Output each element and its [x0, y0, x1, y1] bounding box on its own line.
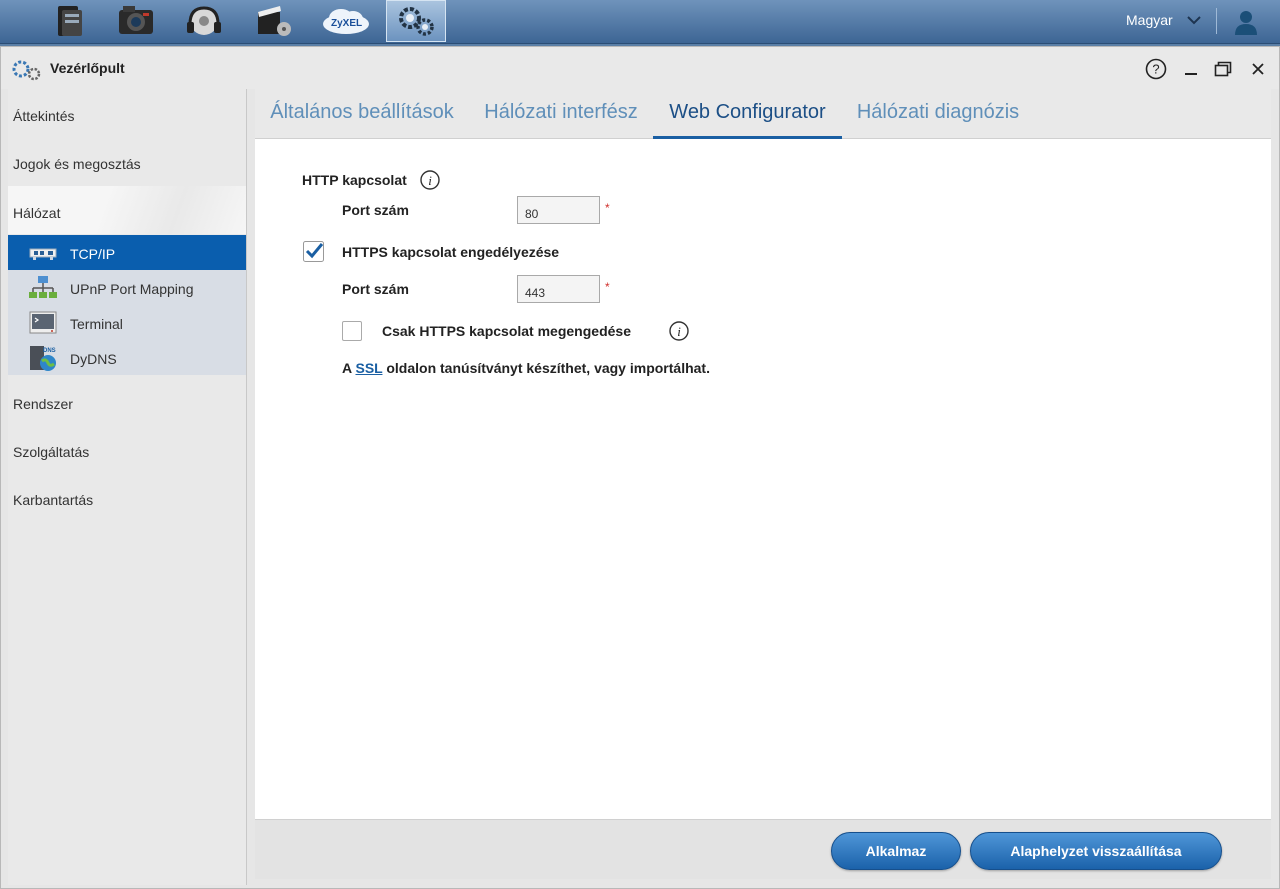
photo-icon [119, 6, 153, 34]
subnav-item-label: UPnP Port Mapping [70, 281, 194, 297]
sidebar-item-system[interactable]: Rendszer [8, 377, 246, 425]
video-app-button[interactable] [242, 0, 306, 42]
subnav-item-tcpip[interactable]: TCP/IP [8, 235, 246, 270]
sidebar-item-label: Szolgáltatás [13, 444, 90, 460]
tab-label: Általános beállítások [270, 101, 454, 123]
control-panel-icon [399, 7, 434, 36]
help-icon: ? [1145, 58, 1167, 80]
control-panel-small-icon [12, 60, 41, 81]
tab-label: Hálózati interfész [484, 101, 638, 123]
subnav-item-dydns[interactable]: DNS DyDNS [8, 340, 246, 375]
tab-general-settings[interactable]: Általános beállítások [255, 89, 469, 139]
required-marker: * [605, 201, 610, 215]
sidebar-item-label: Rendszer [13, 396, 73, 412]
reset-defaults-button[interactable]: Alaphelyzet visszaállítása [970, 832, 1222, 870]
https-only-checkbox[interactable] [342, 321, 362, 341]
https-only-label: Csak HTTPS kapcsolat megengedése [382, 323, 631, 339]
window-titlebar: Vezérlőpult ? [1, 47, 1279, 89]
tab-network-diagnostics[interactable]: Hálózati diagnózis [842, 89, 1034, 139]
apply-button-label: Alkalmaz [865, 843, 927, 859]
minimize-button[interactable] [1180, 58, 1202, 80]
language-label: Magyar [1126, 12, 1173, 28]
taskbar: ZyXEL Magyar [0, 0, 1280, 44]
music-icon [187, 6, 221, 35]
close-button[interactable] [1247, 58, 1269, 80]
sidebar-item-maintenance[interactable]: Karbantartás [8, 473, 246, 521]
svg-text:i: i [428, 173, 432, 188]
sidebar-item-network[interactable]: Hálózat [8, 186, 246, 234]
checkbox-checked-icon [303, 241, 324, 262]
control-panel-window: Vezérlőpult ? Áttekintés Jogok és megosz… [0, 46, 1280, 889]
file-browser-app-button[interactable] [38, 0, 102, 42]
music-app-button[interactable] [172, 0, 236, 42]
user-icon[interactable] [1232, 8, 1260, 36]
https-port-input[interactable] [517, 275, 600, 303]
sidebar-item-service[interactable]: Szolgáltatás [8, 425, 246, 473]
info-icon[interactable]: i [669, 321, 689, 341]
subnav-item-label: Terminal [70, 316, 123, 332]
dns-globe-icon: DNS [30, 346, 56, 371]
sidebar-item-label: Jogok és megosztás [13, 156, 141, 172]
restore-icon [1214, 61, 1232, 77]
control-panel-app-button[interactable] [386, 0, 446, 42]
chevron-down-icon [1186, 16, 1201, 25]
help-button[interactable]: ? [1145, 58, 1167, 80]
sidebar-item-overview[interactable]: Áttekintés [8, 89, 246, 137]
tab-web-configurator[interactable]: Web Configurator [653, 89, 842, 139]
https-enable-checkbox[interactable] [303, 241, 324, 262]
minimize-icon [1185, 73, 1197, 75]
maximize-button[interactable] [1212, 58, 1234, 80]
subnav-item-upnp[interactable]: UPnP Port Mapping [8, 270, 246, 305]
tab-label: Hálózati diagnózis [856, 101, 1020, 123]
tab-network-interface[interactable]: Hálózati interfész [469, 89, 653, 139]
network-tree-icon [29, 276, 57, 298]
required-marker: * [605, 280, 610, 294]
zyxel-cloud-app-button[interactable]: ZyXEL [314, 0, 378, 42]
language-selector[interactable]: Magyar [1126, 12, 1201, 28]
http-connection-label: HTTP kapcsolat [302, 172, 407, 188]
svg-text:DNS: DNS [43, 348, 56, 354]
zyxel-cloud-icon: ZyXEL [323, 9, 369, 34]
main-panel: Általános beállítások Hálózati interfész… [255, 89, 1271, 879]
sidebar: Áttekintés Jogok és megosztás Hálózat TC… [8, 89, 247, 885]
sidebar-item-label: Karbantartás [13, 492, 94, 508]
reset-button-label: Alaphelyzet visszaállítása [1010, 843, 1182, 859]
ssl-link[interactable]: SSL [355, 360, 382, 376]
taskbar-divider [1216, 8, 1217, 34]
network-card-icon [29, 248, 57, 260]
photo-app-button[interactable] [104, 0, 168, 42]
tab-label: Web Configurator [669, 101, 826, 123]
svg-text:i: i [677, 324, 681, 339]
info-icon[interactable]: i [420, 170, 440, 190]
action-footer: Alkalmaz Alaphelyzet visszaállítása [255, 819, 1271, 879]
close-icon [1252, 63, 1264, 75]
sidebar-item-rights-sharing[interactable]: Jogok és megosztás [8, 137, 246, 185]
video-icon [258, 6, 291, 36]
http-port-input[interactable] [517, 196, 600, 224]
window-title: Vezérlőpult [50, 60, 125, 76]
subnav-item-label: TCP/IP [70, 246, 116, 262]
subnav-item-label: DyDNS [70, 351, 117, 367]
ssl-note: A SSL oldalon tanúsítványt készíthet, va… [342, 360, 710, 376]
file-browser-icon [58, 6, 82, 36]
note-suffix: oldalon tanúsítványt készíthet, vagy imp… [386, 360, 710, 376]
subnav-item-terminal[interactable]: Terminal [8, 305, 246, 340]
sidebar-item-label: Hálózat [13, 205, 61, 221]
http-port-label: Port szám [342, 202, 409, 218]
zyxel-logo-text: ZyXEL [331, 18, 362, 29]
https-port-label: Port szám [342, 281, 409, 297]
svg-text:?: ? [1152, 62, 1159, 77]
apply-button[interactable]: Alkalmaz [831, 832, 961, 870]
note-prefix: A [342, 360, 352, 376]
network-subnav: TCP/IP UPnP Port Mapping Terminal DNS Dy… [8, 235, 246, 375]
https-enable-label: HTTPS kapcsolat engedélyezése [342, 244, 560, 260]
tab-bar: Általános beállítások Hálózati interfész… [255, 89, 1271, 139]
terminal-icon [29, 311, 57, 334]
sidebar-item-label: Áttekintés [13, 108, 75, 124]
